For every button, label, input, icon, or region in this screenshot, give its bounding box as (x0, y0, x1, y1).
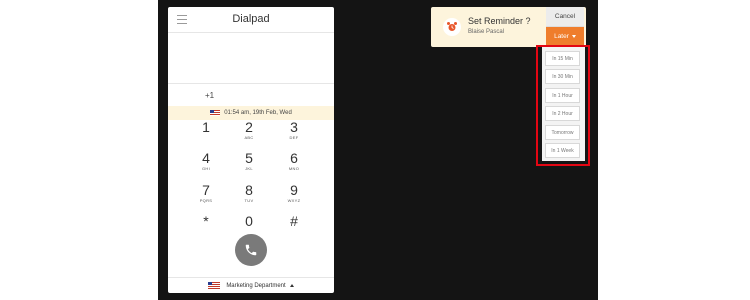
us-flag-icon (210, 110, 221, 116)
department-selector[interactable]: Marketing Department (168, 277, 334, 293)
key-6[interactable]: 6 MNO (276, 150, 312, 178)
key-5[interactable]: 5 JKL (231, 150, 267, 178)
caret-up-icon (289, 284, 294, 287)
later-dropdown-button[interactable]: Later (546, 27, 584, 46)
key-8[interactable]: 8 TUV (231, 182, 267, 210)
key-9[interactable]: 9 WXYZ (276, 182, 312, 210)
dialpad-header: Dialpad (168, 7, 334, 33)
reminder-contact: Blaise Pascal (468, 29, 505, 35)
number-display[interactable] (168, 34, 334, 84)
local-time-bar: 01:54 am, 19th Feb, Wed (168, 106, 334, 120)
us-flag-icon (208, 282, 221, 289)
local-time-text: 01:54 am, 19th Feb, Wed (224, 110, 292, 116)
cancel-button[interactable]: Cancel (546, 7, 584, 27)
key-star[interactable]: * (188, 213, 224, 241)
key-1[interactable]: 1 (188, 119, 224, 147)
key-7[interactable]: 7 PQRS (188, 182, 224, 210)
highlight-box (536, 45, 590, 166)
department-label: Marketing Department (226, 282, 286, 289)
key-hash[interactable]: # (276, 213, 312, 241)
dialpad-title: Dialpad (232, 13, 270, 25)
alarm-clock-svg (447, 22, 457, 31)
phone-icon (245, 244, 257, 256)
caret-down-icon (571, 35, 576, 38)
key-3[interactable]: 3 DEF (276, 119, 312, 147)
country-code[interactable]: +1 (205, 91, 214, 100)
reminder-title: Set Reminder ? (468, 16, 531, 26)
later-label: Later (554, 33, 569, 40)
call-button[interactable] (235, 234, 267, 266)
key-2[interactable]: 2 ABC (231, 119, 267, 147)
alarm-clock-icon (443, 18, 461, 36)
key-4[interactable]: 4 GHI (188, 150, 224, 178)
